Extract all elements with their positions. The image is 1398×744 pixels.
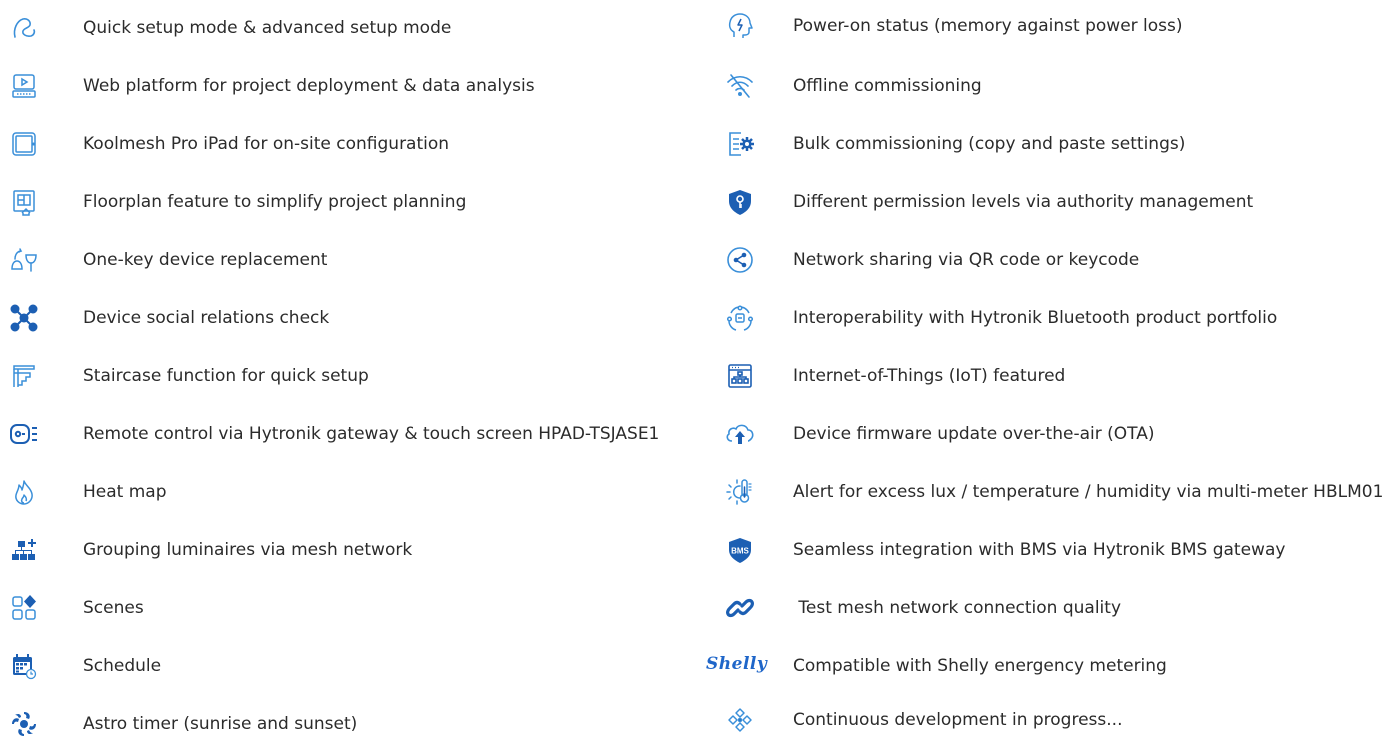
feature-label: Quick setup mode & advanced setup mode — [83, 18, 452, 38]
grouping-icon — [4, 530, 44, 570]
feature-label: Astro timer (sunrise and sunset) — [83, 714, 358, 734]
shelly-logo: Shelly — [706, 654, 768, 674]
power-on-status-icon — [720, 6, 760, 46]
scenes-icon — [4, 588, 44, 628]
feature-label: Different permission levels via authorit… — [793, 192, 1254, 212]
feature-label: Remote control via Hytronik gateway & to… — [83, 424, 660, 444]
floorplan-icon — [4, 182, 44, 222]
iot-icon — [720, 356, 760, 396]
interoperability-icon — [720, 298, 760, 338]
web-platform-icon — [4, 66, 44, 106]
remote-control-icon — [4, 414, 44, 454]
feature-label: Grouping luminaires via mesh network — [83, 540, 413, 560]
cloud-upload-icon — [720, 414, 760, 454]
feature-label: Heat map — [83, 482, 167, 502]
feature-label: Device social relations check — [83, 308, 330, 328]
feature-label: Floorplan feature to simplify project pl… — [83, 192, 467, 212]
feature-label: One-key device replacement — [83, 250, 328, 270]
feature-label: Koolmesh Pro iPad for on-site configurat… — [83, 134, 450, 154]
link-icon — [720, 588, 760, 628]
schedule-icon — [4, 646, 44, 686]
feature-label: Schedule — [83, 656, 162, 676]
feature-label: Alert for excess lux / temperature / hum… — [793, 482, 1384, 502]
feature-label: Device firmware update over-the-air (OTA… — [793, 424, 1155, 444]
feature-label: Bulk commissioning (copy and paste setti… — [793, 134, 1186, 154]
feature-label: Seamless integration with BMS via Hytron… — [793, 540, 1286, 560]
staircase-icon — [4, 356, 44, 396]
sun-thermometer-icon — [720, 472, 760, 512]
feature-label: Interoperability with Hytronik Bluetooth… — [793, 308, 1278, 328]
social-relations-icon — [4, 298, 44, 338]
heat-map-icon — [4, 472, 44, 512]
permission-shield-icon — [720, 182, 760, 222]
feature-label: Web platform for project deployment & da… — [83, 76, 535, 96]
feature-label: Network sharing via QR code or keycode — [793, 250, 1140, 270]
device-replacement-icon — [4, 240, 44, 280]
bms-badge-icon: BMS — [720, 530, 760, 570]
ipad-icon — [4, 124, 44, 164]
feature-label: Staircase function for quick setup — [83, 366, 369, 386]
feature-label: Continuous development in progress... — [793, 710, 1123, 730]
offline-wifi-icon — [720, 66, 760, 106]
bulk-commissioning-icon — [720, 124, 760, 164]
feature-label: Compatible with Shelly energency meterin… — [793, 656, 1167, 676]
bms-badge-text: BMS — [731, 547, 749, 556]
quick-setup-icon — [4, 8, 44, 48]
feature-label: Offline commissioning — [793, 76, 982, 96]
feature-label: Internet-of-Things (IoT) featured — [793, 366, 1066, 386]
feature-label: Power-on status (memory against power lo… — [793, 16, 1183, 36]
network-share-icon — [720, 240, 760, 280]
astro-timer-icon — [4, 704, 44, 744]
development-icon — [720, 700, 760, 740]
feature-label: Scenes — [83, 598, 144, 618]
feature-label: Test mesh network connection quality — [793, 598, 1122, 618]
